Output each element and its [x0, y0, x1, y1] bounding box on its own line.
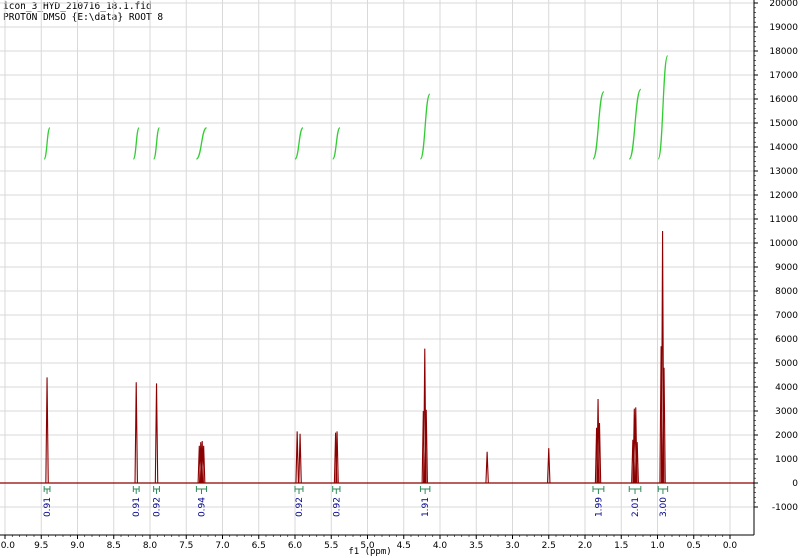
- x-tick-label: 8.5: [107, 541, 121, 551]
- x-axis-title: f1 (ppm): [348, 547, 391, 557]
- y-tick-label: 17000: [769, 71, 798, 81]
- integral-markers: 0.91 0.91 0.92 0.94 0.92 0.92 1.91 1.99 2.01 3.00: [43, 486, 669, 517]
- x-tick-label: 5.5: [324, 541, 338, 551]
- y-tick-label: 14000: [769, 143, 798, 153]
- integral-curve: [294, 127, 304, 160]
- y-tick-label: 20000: [769, 0, 798, 9]
- x-tick-label: 1.5: [614, 541, 628, 551]
- x-tick-label: 9.5: [34, 541, 48, 551]
- integral-label: 0.92: [153, 497, 163, 517]
- spectrum-trace: [45, 230, 666, 484]
- x-tick-label: 6.5: [252, 541, 266, 551]
- y-tick-label: 4000: [775, 383, 798, 393]
- y-tick-label: 2000: [775, 431, 798, 441]
- integral-label: 0.92: [332, 497, 342, 517]
- spectrum-peak: [154, 383, 159, 484]
- integral-curve: [332, 127, 341, 160]
- integral-label: 1.99: [594, 497, 604, 517]
- x-tick-label: 1.0: [650, 541, 665, 551]
- y-tick-label: 5000: [775, 359, 798, 369]
- x-tick-label: 9.0: [70, 541, 85, 551]
- x-tick-label: 8.0: [143, 541, 158, 551]
- integral-curves: [43, 55, 669, 160]
- y-tick-label: 10000: [769, 239, 798, 249]
- integral-curve: [132, 127, 140, 160]
- nmr-spectrum-chart: 0.91 0.91 0.92 0.94 0.92 0.92 1.91 1.99 2.01 3.00…: [0, 0, 798, 557]
- y-tick-label: 7000: [775, 311, 798, 321]
- spectrum-peak: [485, 451, 489, 484]
- integral-curve: [628, 88, 642, 160]
- y-tick-label: -1000: [772, 503, 798, 513]
- integral-label: 0.92: [295, 497, 305, 517]
- integral-label: 2.01: [631, 497, 641, 517]
- y-tick-label: 0: [792, 479, 798, 489]
- y-tick-label: 13000: [769, 167, 798, 177]
- y-tick-label: 8000: [775, 287, 798, 297]
- x-tick-label: 4.5: [397, 541, 411, 551]
- spectrum-peak: [295, 431, 299, 484]
- x-tick-label: 6.0: [288, 541, 303, 551]
- integral-label: 0.91: [132, 497, 142, 517]
- y-tick-label: 11000: [769, 215, 798, 225]
- y-tick-label: 6000: [775, 335, 798, 345]
- integral-label: 0.94: [197, 497, 207, 517]
- y-tick-label: 15000: [769, 119, 798, 129]
- integral-curve: [592, 91, 605, 160]
- integral-label: 0.91: [43, 497, 53, 517]
- x-tick-label: 4.0: [433, 541, 448, 551]
- x-tick-label: 7.5: [179, 541, 193, 551]
- grid: [0, 0, 754, 535]
- integral-label: 1.91: [421, 497, 431, 517]
- integral-curve: [657, 55, 669, 160]
- y-tick-label: 12000: [769, 191, 798, 201]
- x-tick-label: 7.0: [215, 541, 230, 551]
- x-tick-label: 0.0: [723, 541, 738, 551]
- x-tick-label: 2.0: [578, 541, 593, 551]
- spectrum-peak: [45, 377, 49, 484]
- y-tick-label: 9000: [775, 263, 798, 273]
- y-tick-label: 16000: [769, 95, 798, 105]
- integral-label: 3.00: [659, 497, 669, 517]
- integral-curve: [195, 127, 208, 160]
- y-tick-label: 19000: [769, 23, 798, 33]
- x-tick-label: 3.5: [469, 541, 483, 551]
- x-tick-label: 0.5: [687, 541, 701, 551]
- spectrum-peak: [298, 433, 302, 484]
- y-tick-label: 1000: [775, 455, 798, 465]
- integral-curve: [152, 127, 161, 160]
- x-tick-label: 10.0: [0, 541, 15, 551]
- y-tick-label: 18000: [769, 47, 798, 57]
- integral-curve: [43, 127, 51, 160]
- spectrum-peak: [134, 382, 138, 484]
- y-tick-label: 3000: [775, 407, 798, 417]
- x-tick-label: 2.5: [542, 541, 556, 551]
- x-tick-label: 3.0: [505, 541, 520, 551]
- integral-curve: [419, 93, 431, 160]
- axes: 10.09.59.08.58.07.57.06.56.05.55.04.54.0…: [0, 0, 798, 551]
